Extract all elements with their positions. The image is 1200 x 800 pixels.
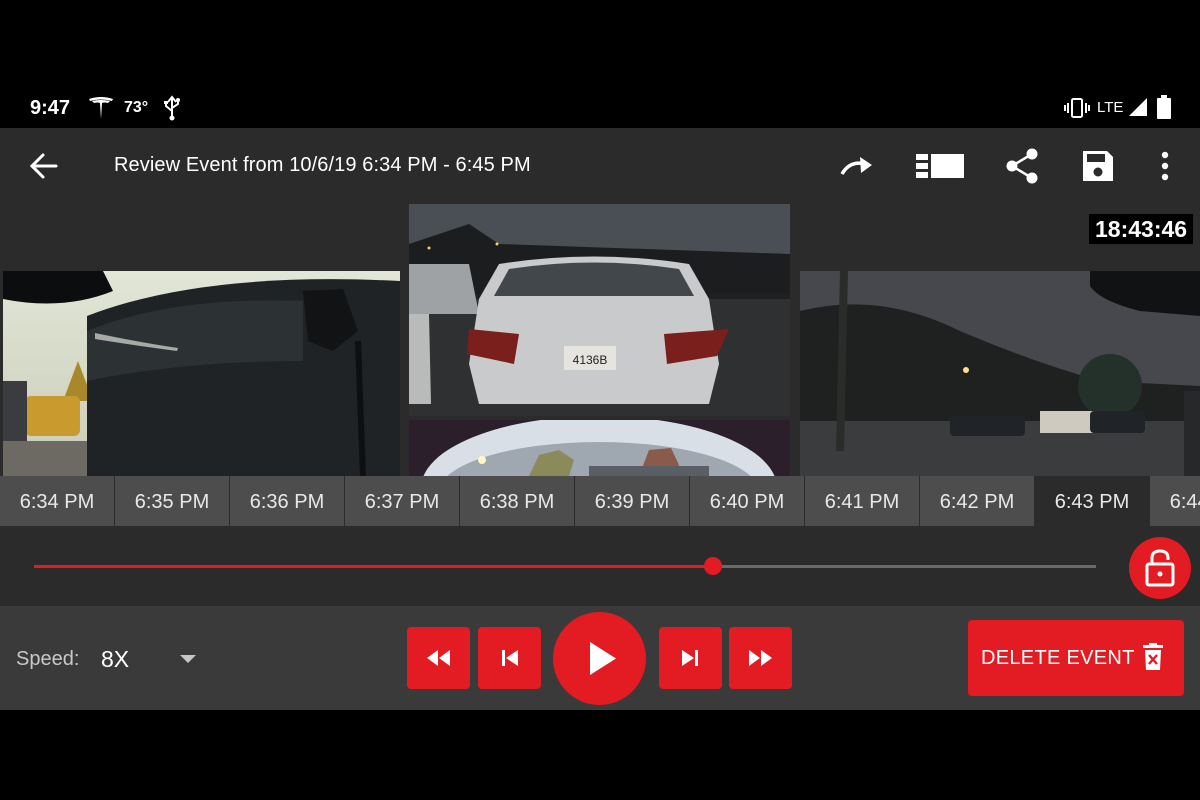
next-clip-button[interactable] [659, 627, 722, 689]
timeline-item[interactable]: 6:44 PM [1150, 476, 1200, 526]
play-button[interactable] [553, 612, 646, 705]
fast-forward-icon [749, 650, 772, 666]
timeline-item[interactable]: 6:36 PM [230, 476, 344, 526]
share-icon[interactable] [1000, 144, 1044, 188]
video-timestamp: 18:43:46 [1089, 214, 1194, 244]
delete-event-button[interactable]: DELETE EVENT [968, 620, 1184, 696]
usb-icon [164, 95, 180, 121]
skip-next-icon [682, 650, 698, 666]
timeline-item[interactable]: 6:39 PM [575, 476, 689, 526]
video-area: 4136B 18:43:46 [0, 204, 1200, 476]
status-temperature: 73° [124, 99, 149, 116]
unlock-button[interactable] [1129, 537, 1191, 599]
vibrate-icon [1064, 98, 1090, 118]
timeline-strip: 6:34 PM 6:35 PM 6:36 PM 6:37 PM 6:38 PM 6:39 … [0, 476, 1200, 528]
license-plate: 4136B [573, 353, 608, 367]
speed-value: 8X [101, 646, 130, 672]
play-icon [590, 642, 616, 675]
scrub-thumb[interactable] [704, 557, 722, 575]
page-title: Review Event from 10/6/19 6:34 PM - 6:45… [114, 154, 531, 176]
fast-rewind-icon [427, 650, 450, 666]
front-camera-view[interactable]: 4136B [409, 204, 790, 416]
playback-controls: Speed: 8X DELETE EVENT [0, 606, 1200, 710]
timeline-item[interactable]: 6:43 PM [1035, 476, 1149, 526]
layout-icon[interactable] [916, 144, 966, 188]
delete-forever-icon [1143, 643, 1163, 670]
left-camera-view[interactable] [3, 271, 400, 476]
rewind-button[interactable] [407, 627, 470, 689]
more-vert-icon[interactable] [1143, 144, 1187, 188]
timeline-item[interactable]: 6:40 PM [690, 476, 804, 526]
scrub-track[interactable] [34, 557, 1096, 575]
status-network: LTE [1097, 99, 1124, 116]
lock-open-icon [1145, 549, 1175, 587]
status-bar: 9:47 73° LTE [0, 88, 1200, 128]
skip-previous-icon [502, 650, 518, 666]
fast-forward-button[interactable] [729, 627, 792, 689]
app-bar: Review Event from 10/6/19 6:34 PM - 6:45… [0, 128, 1200, 204]
speed-label: Speed: [16, 648, 80, 670]
delete-event-label: DELETE EVENT [981, 647, 1135, 669]
timeline-item[interactable]: 6:34 PM [0, 476, 114, 526]
save-icon[interactable] [1076, 144, 1120, 188]
tesla-logo-icon [89, 97, 113, 119]
right-camera-view[interactable] [800, 271, 1200, 476]
scrub-progress [34, 565, 713, 568]
chevron-down-icon [180, 655, 196, 663]
timeline-item[interactable]: 6:41 PM [805, 476, 919, 526]
status-time: 9:47 [30, 97, 71, 119]
redo-icon[interactable] [836, 144, 880, 188]
timeline-item[interactable]: 6:35 PM [115, 476, 229, 526]
timeline-item[interactable]: 6:38 PM [460, 476, 574, 526]
speed-dropdown[interactable]: 8X [100, 640, 204, 680]
signal-icon [1129, 98, 1147, 116]
rear-camera-view[interactable] [409, 420, 790, 476]
battery-icon [1157, 95, 1171, 119]
timeline-item[interactable]: 6:37 PM [345, 476, 459, 526]
timeline-item[interactable]: 6:42 PM [920, 476, 1034, 526]
back-arrow-icon[interactable] [24, 148, 64, 184]
previous-clip-button[interactable] [478, 627, 541, 689]
bottom-bezel [0, 710, 1200, 800]
scrubber-area [0, 528, 1200, 606]
